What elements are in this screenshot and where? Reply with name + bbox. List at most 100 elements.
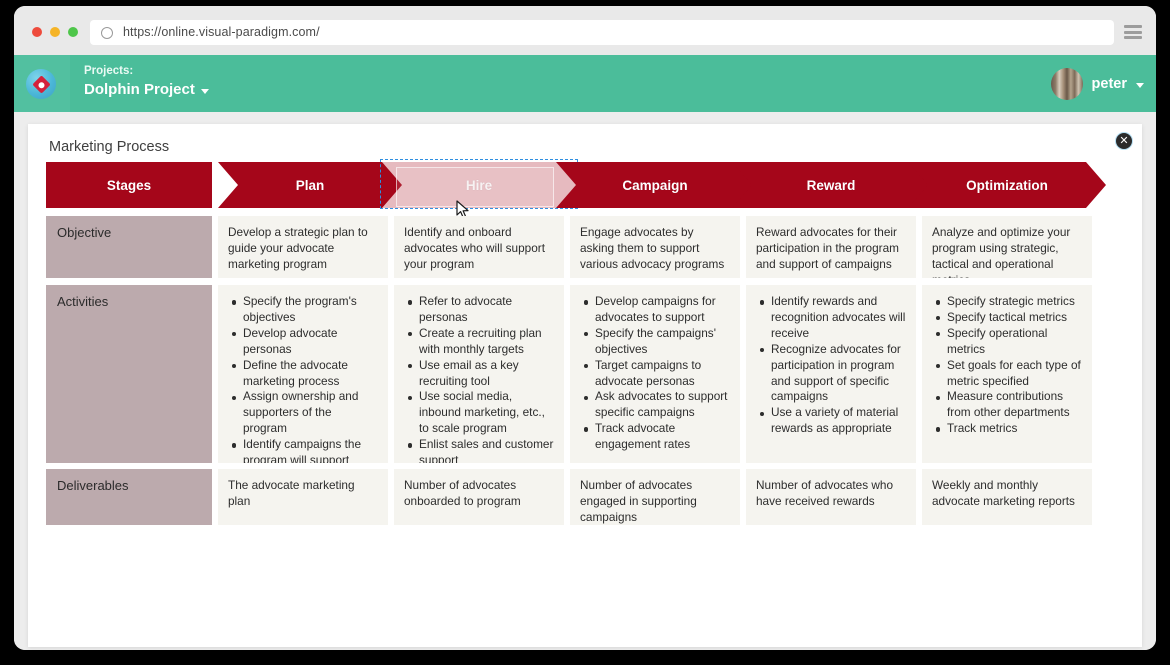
- minimize-window-button[interactable]: [50, 27, 60, 37]
- activity-list: Identify rewards and recognition advocat…: [756, 294, 906, 437]
- row-label-deliverables[interactable]: Deliverables: [46, 469, 212, 525]
- list-item: Identify campaigns the program will supp…: [232, 437, 378, 463]
- cell-text: The advocate marketing plan: [228, 478, 355, 508]
- app-header: Projects: Dolphin Project peter: [14, 55, 1156, 112]
- stage-header-campaign[interactable]: Campaign: [556, 162, 754, 208]
- list-item: Recognize advocates for participation in…: [760, 342, 906, 406]
- stage-header-optimization[interactable]: Optimization: [908, 162, 1106, 208]
- matrix-cell[interactable]: Identify and onboard advocates who will …: [394, 216, 564, 278]
- stage-header-row: Stages Plan Hire Campaign Reward Optimization: [46, 159, 1101, 218]
- visual-paradigm-logo-icon: [26, 69, 56, 99]
- stage-header-label: Hire: [465, 177, 493, 193]
- stage-header-label: Plan: [295, 177, 325, 193]
- window-traffic-lights: [32, 27, 78, 37]
- close-icon[interactable]: ✕: [1116, 133, 1132, 149]
- list-item: Identify rewards and recognition advocat…: [760, 294, 906, 340]
- list-item: Enlist sales and customer support: [408, 437, 554, 463]
- cell-text: Analyze and optimize your program using …: [932, 225, 1071, 278]
- stage-header-label: Campaign: [622, 177, 688, 193]
- cell-text: Reward advocates for their participation…: [756, 225, 899, 271]
- matrix-cell[interactable]: Refer to advocate personas Create a recru…: [394, 285, 564, 463]
- row-label-text: Activities: [57, 294, 109, 309]
- cell-text: Identify and onboard advocates who will …: [404, 225, 545, 271]
- page-body: ✕ Marketing Process Stages Plan Hire Campai…: [14, 112, 1156, 650]
- row-label-activities[interactable]: Activities: [46, 285, 212, 463]
- row-label-text: Objective: [57, 225, 112, 240]
- reload-icon[interactable]: [101, 26, 113, 39]
- stage-header-reward[interactable]: Reward: [732, 162, 930, 208]
- cell-text: Number of advocates engaged in supportin…: [580, 478, 697, 524]
- list-item: Develop campaigns for advocates to suppo…: [584, 294, 730, 326]
- matrix-cell[interactable]: Number of advocates engaged in supportin…: [570, 469, 740, 525]
- list-item: Track advocate engagement rates: [584, 421, 730, 453]
- app-logo-block[interactable]: [14, 55, 70, 112]
- activity-list: Specify the program's objectives Develop …: [228, 294, 378, 463]
- list-item: Use email as a key recruiting tool: [408, 358, 554, 390]
- matrix-cell[interactable]: Specify strategic metrics Specify tactica…: [922, 285, 1092, 463]
- matrix-cell[interactable]: Analyze and optimize your program using …: [922, 216, 1092, 278]
- page-title: Marketing Process: [49, 139, 170, 155]
- list-item: Use a variety of material rewards as app…: [760, 405, 906, 437]
- close-window-button[interactable]: [32, 27, 42, 37]
- stages-header-cell[interactable]: Stages: [46, 162, 212, 208]
- list-item: Use social media, inbound marketing, etc…: [408, 389, 554, 437]
- matrix-cell[interactable]: Specify the program's objectives Develop …: [218, 285, 388, 463]
- list-item: Specify tactical metrics: [936, 310, 1082, 326]
- list-item: Track metrics: [936, 421, 1082, 437]
- project-name-label: Dolphin Project: [84, 81, 195, 98]
- process-matrix: Stages Plan Hire Campaign Reward Optimization…: [46, 159, 1101, 562]
- list-item: Ask advocates to support specific campai…: [584, 389, 730, 421]
- browser-window: https://online.visual-paradigm.com/ Proj…: [14, 6, 1156, 650]
- list-item: Assign ownership and supporters of the p…: [232, 389, 378, 437]
- address-bar[interactable]: https://online.visual-paradigm.com/: [90, 20, 1114, 45]
- matrix-cell[interactable]: Number of advocates who have received re…: [746, 469, 916, 525]
- avatar: [1050, 67, 1083, 100]
- chevron-down-icon: [200, 88, 209, 94]
- list-item: Measure contributions from other departm…: [936, 389, 1082, 421]
- list-item: Target campaigns to advocate personas: [584, 358, 730, 390]
- cell-text: Develop a strategic plan to guide your a…: [228, 225, 368, 271]
- cell-text: Number of advocates onboarded to program: [404, 478, 521, 508]
- list-item: Define the advocate marketing process: [232, 358, 378, 390]
- stages-header-label: Stages: [106, 177, 152, 193]
- list-item: Create a recruiting plan with monthly ta…: [408, 326, 554, 358]
- activity-list: Develop campaigns for advocates to suppo…: [580, 294, 730, 453]
- projects-label: Projects:: [84, 65, 134, 77]
- matrix-cell[interactable]: Develop campaigns for advocates to suppo…: [570, 285, 740, 463]
- stage-header-label: Reward: [806, 177, 856, 193]
- stage-header-label: Optimization: [966, 177, 1048, 193]
- hamburger-menu-icon[interactable]: [1124, 25, 1142, 39]
- maximize-window-button[interactable]: [68, 27, 78, 37]
- user-menu[interactable]: peter: [1050, 55, 1144, 112]
- matrix-cell[interactable]: Number of advocates onboarded to program: [394, 469, 564, 525]
- logo-diamond-shape: [32, 75, 51, 94]
- project-selector[interactable]: Dolphin Project: [84, 81, 209, 98]
- matrix-cell[interactable]: Engage advocates by asking them to suppo…: [570, 216, 740, 278]
- stage-header-hire[interactable]: Hire: [380, 162, 578, 208]
- list-item: Refer to advocate personas: [408, 294, 554, 326]
- address-bar-url: https://online.visual-paradigm.com/: [123, 25, 320, 39]
- screen-root: https://online.visual-paradigm.com/ Proj…: [0, 0, 1170, 665]
- user-name-label: peter: [1091, 75, 1127, 92]
- chevron-down-icon: [1136, 82, 1144, 88]
- activity-list: Refer to advocate personas Create a recru…: [404, 294, 554, 463]
- list-item: Set goals for each type of metric specif…: [936, 357, 1081, 388]
- matrix-cell[interactable]: Reward advocates for their participation…: [746, 216, 916, 278]
- matrix-cell[interactable]: The advocate marketing plan: [218, 469, 388, 525]
- row-label-objective[interactable]: Objective: [46, 216, 212, 278]
- matrix-cell[interactable]: Weekly and monthly advocate marketing re…: [922, 469, 1092, 525]
- list-item: Specify strategic metrics: [936, 294, 1082, 310]
- list-item: Specify operational metrics: [936, 326, 1082, 358]
- cell-text: Weekly and monthly advocate marketing re…: [932, 478, 1075, 508]
- cell-text: Engage advocates by asking them to suppo…: [580, 225, 725, 271]
- matrix-cell[interactable]: Identify rewards and recognition advocat…: [746, 285, 916, 463]
- diagram-panel: ✕ Marketing Process Stages Plan Hire Campai…: [28, 124, 1142, 647]
- browser-chrome-bar: https://online.visual-paradigm.com/: [14, 6, 1156, 55]
- list-item: Develop advocate personas: [232, 326, 378, 358]
- activity-list: Specify strategic metrics Specify tactica…: [932, 294, 1082, 437]
- list-item: Specify the program's objectives: [232, 294, 378, 326]
- cell-text: Number of advocates who have received re…: [756, 478, 894, 508]
- matrix-cell[interactable]: Develop a strategic plan to guide your a…: [218, 216, 388, 278]
- stage-header-plan[interactable]: Plan: [218, 162, 402, 208]
- list-item: Specify the campaigns' objectives: [584, 326, 730, 358]
